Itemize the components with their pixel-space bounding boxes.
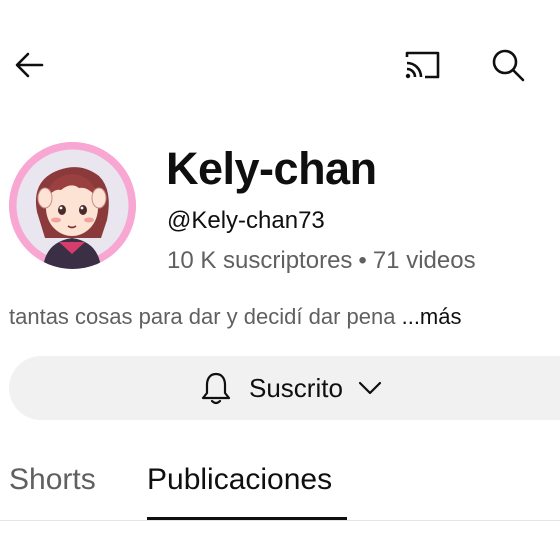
channel-page: Kely-chan @Kely-chan73 10 K suscriptores… <box>0 0 560 560</box>
description-text: tantas cosas para dar y decidí dar pena <box>9 304 396 329</box>
subscribed-button[interactable]: Suscrito <box>9 356 560 420</box>
subscriber-count: 10 K suscriptores <box>167 247 353 274</box>
tabs-divider <box>0 520 560 521</box>
subscribed-label: Suscrito <box>249 372 343 403</box>
cast-button[interactable] <box>400 43 444 87</box>
channel-name: Kely-chan <box>166 143 377 194</box>
chevron-down-icon <box>358 381 382 395</box>
search-button[interactable] <box>486 43 530 87</box>
search-icon <box>492 49 525 82</box>
channel-stats: 10 K suscriptores • 71 videos <box>167 246 476 276</box>
more-link[interactable]: ...más <box>402 304 462 329</box>
cast-icon <box>405 51 440 79</box>
channel-description[interactable]: tantas cosas para dar y decidí dar pena … <box>9 302 462 332</box>
channel-tabs: Shorts Publicaciones <box>0 450 560 522</box>
tab-publicaciones[interactable]: Publicaciones <box>147 460 332 500</box>
tab-shorts[interactable]: Shorts <box>9 460 96 500</box>
bell-icon <box>201 372 231 405</box>
stats-separator: • <box>358 247 367 274</box>
subscribed-button-content: Suscrito <box>199 356 383 420</box>
video-count: 71 videos <box>372 247 476 274</box>
back-button[interactable] <box>8 43 52 87</box>
top-bar <box>0 0 560 120</box>
arrow-left-icon <box>15 52 44 78</box>
avatar[interactable] <box>9 142 136 269</box>
avatar-image <box>9 142 136 269</box>
channel-handle: @Kely-chan73 <box>167 207 325 234</box>
